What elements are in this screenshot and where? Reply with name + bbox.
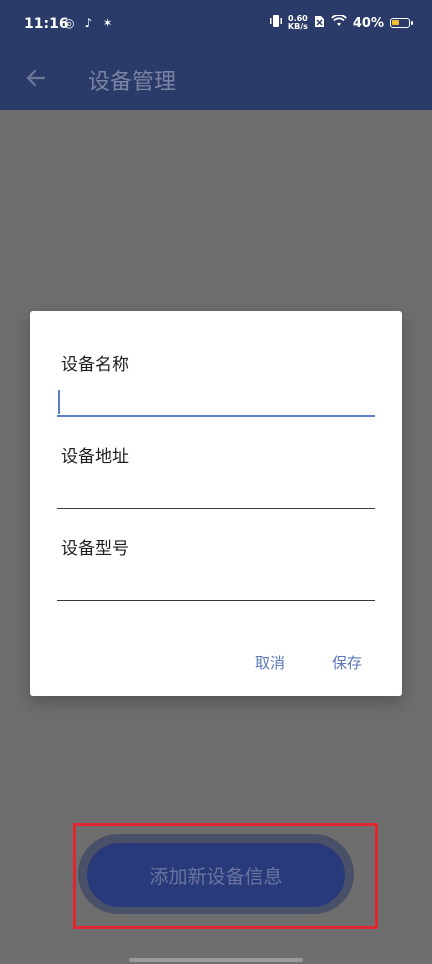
battery-percent: 40% xyxy=(352,15,384,31)
page-title: 设备管理 xyxy=(88,70,177,95)
device-name-input[interactable] xyxy=(57,387,375,417)
save-button[interactable]: 保存 xyxy=(332,652,362,673)
status-bar: 11:16 ◎ ♪ ✶ 0.60 KB/s 40% xyxy=(0,0,432,52)
device-name-label: 设备名称 xyxy=(61,355,129,375)
cancel-button[interactable]: 取消 xyxy=(255,652,285,673)
battery-fill xyxy=(392,20,399,25)
text-cursor xyxy=(58,390,60,414)
vibrate-icon xyxy=(269,14,282,32)
net-speed-unit: KB/s xyxy=(287,22,308,31)
add-device-dialog: 设备名称 设备地址 设备型号 取消 保存 xyxy=(30,311,402,696)
wifi-icon xyxy=(331,14,347,31)
device-address-field[interactable] xyxy=(57,479,375,509)
net-speed: 0.60 KB/s xyxy=(288,15,308,31)
status-right: 0.60 KB/s 40% xyxy=(269,14,413,32)
highlight-box xyxy=(73,823,378,929)
arrow-left-icon[interactable] xyxy=(24,66,48,90)
notification-icons: ◎ ♪ ✶ xyxy=(64,16,116,30)
screen: 11:16 ◎ ♪ ✶ 0.60 KB/s 40% 设备管理 设备名称 设备地址… xyxy=(0,0,432,964)
device-model-label: 设备型号 xyxy=(61,539,129,559)
device-name-underline xyxy=(57,415,375,417)
device-model-input[interactable] xyxy=(57,571,375,601)
gesture-nav-bar[interactable] xyxy=(129,958,303,962)
status-time: 11:16 xyxy=(24,16,69,32)
app-bar: 设备管理 xyxy=(0,52,432,110)
device-model-underline xyxy=(57,600,375,601)
device-address-label: 设备地址 xyxy=(61,447,129,467)
device-model-field[interactable] xyxy=(57,571,375,601)
battery-icon xyxy=(390,18,413,28)
sim-off-icon xyxy=(314,15,325,32)
device-name-field[interactable] xyxy=(57,387,375,417)
device-address-input[interactable] xyxy=(57,479,375,509)
device-address-underline xyxy=(57,508,375,509)
